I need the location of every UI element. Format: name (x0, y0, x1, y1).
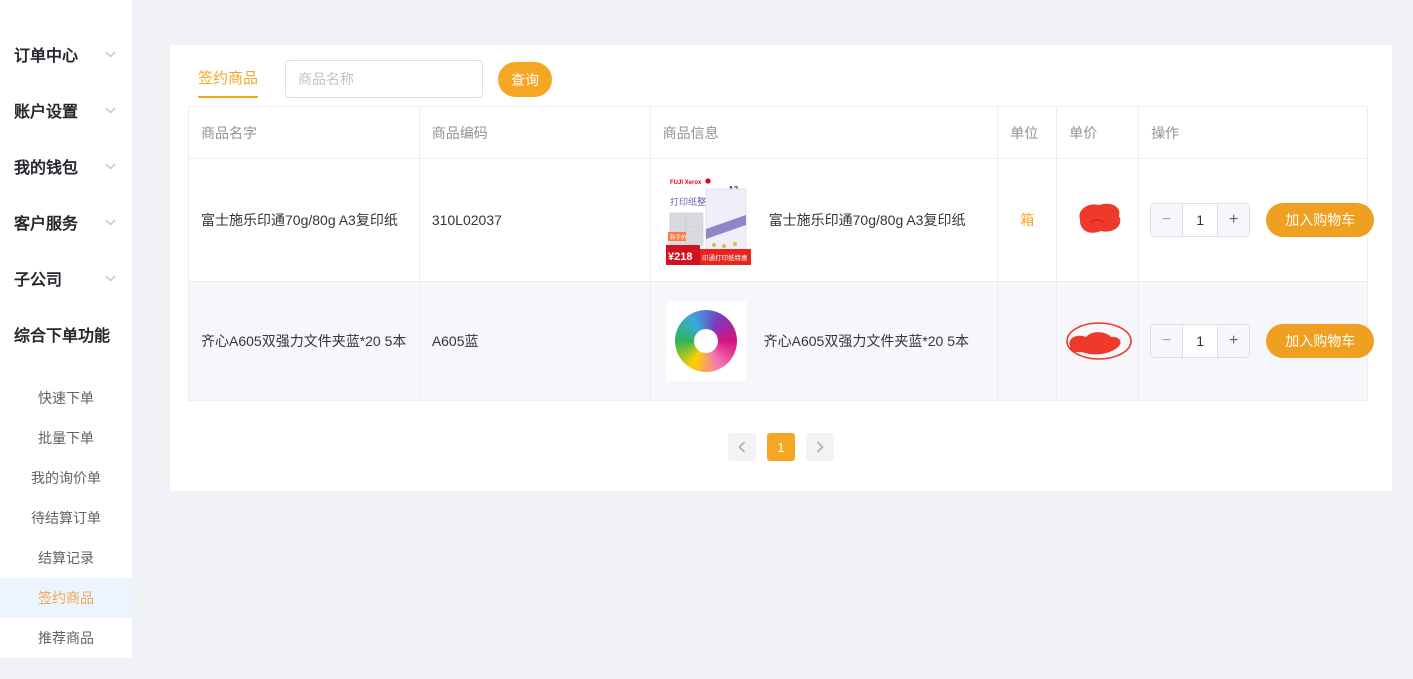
chevron-down-icon (105, 107, 116, 114)
sidebar-group-label: 客户服务 (14, 210, 78, 234)
price-redaction-scribble (1070, 199, 1126, 241)
header-product-name: 商品名字 (189, 107, 420, 159)
chevron-down-icon (105, 275, 116, 282)
product-info-name: 富士施乐印通70g/80g A3复印纸 (769, 210, 966, 230)
product-name-cell: 富士施乐印通70g/80g A3复印纸 (189, 159, 420, 282)
sidebar-item-my-inquiry[interactable]: 我的询价单 (0, 458, 132, 498)
fuji-logo-sphere (705, 178, 710, 183)
chevron-right-icon (816, 441, 824, 453)
product-image-fuji-xerox-a3-paper: FUJI Xerox A3 打印纸整箱 新手价 (666, 175, 751, 265)
unit-cell: 箱 (998, 159, 1057, 282)
sidebar-group-label: 订单中心 (14, 42, 78, 66)
next-page-button[interactable] (806, 433, 834, 461)
sidebar-group-subsidiary[interactable]: 子公司 (0, 250, 132, 306)
product-code-cell: A605蓝 (420, 282, 651, 401)
product-info-cell: 齐心A605双强力文件夹蓝*20 5本 (651, 282, 999, 401)
products-table: 商品名字 商品编码 商品信息 单位 单价 操作 富士施乐印通70g/80g A3… (188, 106, 1368, 401)
content-card: 签约商品 查询 商品名字 商品编码 商品信息 单位 单价 操作 富士施乐印通70… (170, 45, 1392, 491)
sidebar-group-customer-service[interactable]: 客户服务 (0, 194, 132, 250)
sidebar-item-recommended-products[interactable]: 推荐商品 (0, 618, 132, 658)
price-cell (1057, 282, 1139, 401)
chevron-down-icon (105, 51, 116, 58)
unit-cell (998, 282, 1057, 401)
quantity-input[interactable] (1183, 204, 1217, 236)
rainbow-swirl-icon (675, 310, 737, 372)
actions-cell: − + 加入购物车 (1139, 282, 1368, 401)
quantity-decrease-button[interactable]: − (1151, 204, 1183, 236)
price-redaction-scribble (1062, 318, 1134, 364)
sidebar-item-batch-order[interactable]: 批量下单 (0, 418, 132, 458)
product-info-name: 齐心A605双强力文件夹蓝*20 5本 (764, 331, 969, 351)
sidebar-group-label: 我的钱包 (14, 154, 78, 178)
table-row: 齐心A605双强力文件夹蓝*20 5本 A605蓝 齐心A605双强力文件夹蓝*… (189, 282, 1368, 401)
add-to-cart-button[interactable]: 加入购物车 (1266, 203, 1374, 237)
sidebar-item-quick-order[interactable]: 快速下单 (0, 378, 132, 418)
sidebar-item-settlement-records[interactable]: 结算记录 (0, 538, 132, 578)
quantity-input[interactable] (1183, 325, 1217, 357)
quantity-increase-button[interactable]: + (1217, 204, 1249, 236)
pagination: 1 (728, 433, 834, 461)
actions-cell: − + 加入购物车 (1139, 159, 1368, 282)
chevron-down-icon (105, 163, 116, 170)
fuji-brand-text: FUJI Xerox (670, 180, 702, 186)
quantity-stepper: − + (1150, 324, 1250, 358)
price-218-text: ¥218 (668, 251, 692, 263)
chevron-down-icon (105, 219, 116, 226)
sidebar-group-combined-ordering[interactable]: 综合下单功能 (0, 306, 132, 362)
product-info-cell: FUJI Xerox A3 打印纸整箱 新手价 (651, 159, 999, 282)
quantity-decrease-button[interactable]: − (1151, 325, 1183, 357)
table-row: 富士施乐印通70g/80g A3复印纸 310L02037 FUJI Xerox… (189, 159, 1368, 282)
query-button[interactable]: 查询 (498, 62, 552, 97)
sidebar-group-my-wallet[interactable]: 我的钱包 (0, 138, 132, 194)
previous-page-button[interactable] (728, 433, 756, 461)
header-product-code: 商品编码 (420, 107, 651, 159)
header-unit-price: 单价 (1057, 107, 1139, 159)
sidebar-item-pending-settlement[interactable]: 待结算订单 (0, 498, 132, 538)
sidebar-group-account-settings[interactable]: 账户设置 (0, 82, 132, 138)
sidebar: 订单中心 账户设置 我的钱包 客户服务 子公司 (0, 0, 132, 658)
product-code-cell: 310L02037 (420, 159, 651, 282)
sidebar-group-label: 综合下单功能 (14, 322, 110, 346)
sidebar-group-order-center[interactable]: 订单中心 (0, 26, 132, 82)
newbie-price-tag: 新手价 (670, 233, 687, 241)
sidebar-group-label: 账户设置 (14, 98, 78, 122)
price-cell (1057, 159, 1139, 282)
add-to-cart-button[interactable]: 加入购物车 (1266, 324, 1374, 358)
sidebar-group-label: 子公司 (14, 266, 62, 290)
product-name-cell: 齐心A605双强力文件夹蓝*20 5本 (189, 282, 420, 401)
chevron-left-icon (738, 441, 746, 453)
header-product-info: 商品信息 (651, 107, 999, 159)
sidebar-submenu: 快速下单 批量下单 我的询价单 待结算订单 结算记录 签约商品 推荐商品 (0, 378, 132, 658)
header-unit: 单位 (998, 107, 1057, 159)
quantity-stepper: − + (1150, 203, 1250, 237)
sidebar-item-contracted-products[interactable]: 签约商品 (0, 578, 132, 618)
promo-banner-text: 印通打印纸特惠 (702, 253, 748, 262)
tab-contracted-products[interactable]: 签约商品 (198, 67, 258, 98)
page-number-current[interactable]: 1 (767, 433, 795, 461)
quantity-increase-button[interactable]: + (1217, 325, 1249, 357)
table-header-row: 商品名字 商品编码 商品信息 单位 单价 操作 (189, 107, 1368, 159)
product-name-search-input[interactable] (285, 60, 483, 98)
header-actions: 操作 (1139, 107, 1368, 159)
product-image-comix-swirl-logo (666, 301, 746, 381)
sidebar-groups: 订单中心 账户设置 我的钱包 客户服务 子公司 (0, 0, 132, 362)
